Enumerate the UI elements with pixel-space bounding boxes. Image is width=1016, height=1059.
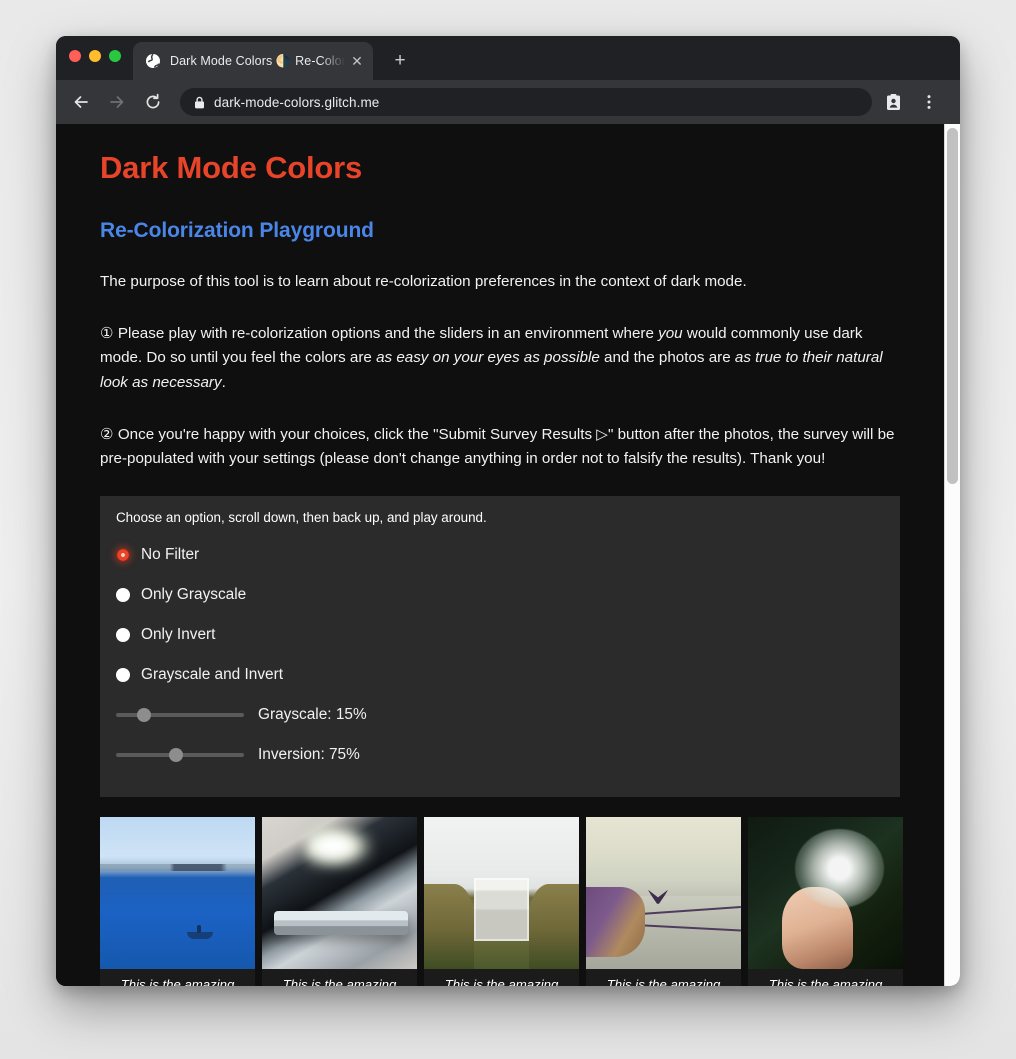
step1-text-d: . xyxy=(221,373,226,391)
photo-image-1 xyxy=(262,816,417,969)
options-hint: Choose an option, scroll down, then back… xyxy=(116,509,487,525)
photo-strip: This is the amazing photo with the index… xyxy=(100,816,903,986)
profile-card-icon[interactable] xyxy=(878,87,908,117)
step1-emphasis-you: you xyxy=(658,324,683,342)
radio-button-no-filter[interactable] xyxy=(116,547,130,562)
globe-icon xyxy=(145,53,161,69)
step1-emphasis-eyes: as easy on your eyes as possible xyxy=(376,349,600,367)
browser-toolbar: dark-mode-colors.glitch.me xyxy=(56,80,960,124)
radio-button-grayscale-and-invert[interactable] xyxy=(116,667,130,682)
radio-label-no-filter: No Filter xyxy=(141,545,200,563)
radio-option-only-invert[interactable]: Only Invert xyxy=(116,615,884,655)
back-button[interactable] xyxy=(66,87,96,117)
photo-caption-4: This is the amazing photo with the index… xyxy=(768,976,883,986)
scrollbar-thumb[interactable] xyxy=(947,128,958,484)
lock-icon xyxy=(194,96,205,109)
photo-image-0 xyxy=(100,816,255,969)
menu-button[interactable] xyxy=(914,87,944,117)
photo-card[interactable]: This is the amazing photo with the index… xyxy=(586,816,741,986)
radio-button-only-invert[interactable] xyxy=(116,627,130,642)
intro-paragraph: The purpose of this tool is to learn abo… xyxy=(100,273,747,290)
browser-window: Dark Mode Colors 🌗 Re-Color ✕ + dark-mod… xyxy=(56,36,960,986)
photo-caption-2: This is the amazing photo with the index… xyxy=(444,976,559,986)
photo-image-4 xyxy=(748,816,903,969)
window-maximize-button[interactable] xyxy=(109,50,121,62)
photo-card[interactable]: This is the amazing photo with the index… xyxy=(748,816,903,986)
slider-row-grayscale: Grayscale: 15% xyxy=(116,695,884,735)
address-bar[interactable]: dark-mode-colors.glitch.me xyxy=(180,88,872,116)
photo-card[interactable]: This is the amazing photo with the index… xyxy=(424,816,579,986)
photo-caption-3: This is the amazing photo with the index… xyxy=(606,976,721,986)
radio-label-only-invert: Only Invert xyxy=(141,625,216,643)
forward-button[interactable] xyxy=(102,87,132,117)
step1-text-a: ① Please play with re-colorization optio… xyxy=(100,324,659,342)
photo-caption-1: This is the amazing photo with the index… xyxy=(282,976,397,986)
step-two-paragraph: ② Once you're happy with your choices, c… xyxy=(100,425,895,468)
page-viewport: Dark Mode Colors Re-Colorization Playgro… xyxy=(56,124,960,986)
inversion-slider[interactable] xyxy=(116,747,244,763)
page-subtitle: Re-Colorization Playground xyxy=(100,219,374,242)
toolbar-right-actions xyxy=(878,87,950,117)
photo-image-2 xyxy=(424,816,579,969)
tab-strip: Dark Mode Colors 🌗 Re-Color ✕ + xyxy=(56,36,960,80)
grayscale-slider-label: Grayscale: 15% xyxy=(258,705,367,723)
page-title: Dark Mode Colors xyxy=(100,150,363,185)
new-tab-button[interactable]: + xyxy=(387,48,413,74)
browser-tab[interactable]: Dark Mode Colors 🌗 Re-Color ✕ xyxy=(133,42,373,80)
radio-label-only-grayscale: Only Grayscale xyxy=(141,585,247,603)
radio-label-grayscale-and-invert: Grayscale and Invert xyxy=(141,665,284,683)
window-close-button[interactable] xyxy=(69,50,81,62)
inversion-slider-label: Inversion: 75% xyxy=(258,745,360,763)
slider-row-inversion: Inversion: 75% xyxy=(116,735,884,775)
window-controls xyxy=(69,50,121,62)
inversion-slider-thumb[interactable] xyxy=(169,747,184,762)
grayscale-slider-thumb[interactable] xyxy=(137,707,152,722)
options-panel: Choose an option, scroll down, then back… xyxy=(100,495,900,797)
radio-option-only-grayscale[interactable]: Only Grayscale xyxy=(116,575,884,615)
step1-text-c: and the photos are xyxy=(599,349,735,367)
grayscale-slider[interactable] xyxy=(116,707,244,723)
tab-title: Dark Mode Colors 🌗 Re-Color xyxy=(170,53,345,68)
web-page: Dark Mode Colors Re-Colorization Playgro… xyxy=(56,124,944,986)
window-minimize-button[interactable] xyxy=(89,50,101,62)
radio-option-no-filter[interactable]: No Filter xyxy=(116,535,884,575)
photo-card[interactable]: This is the amazing photo with the index… xyxy=(262,816,417,986)
url-text: dark-mode-colors.glitch.me xyxy=(214,94,380,110)
reload-button[interactable] xyxy=(138,87,168,117)
photo-image-3 xyxy=(586,816,741,969)
photo-caption-0: This is the amazing photo with the index… xyxy=(120,976,235,986)
page-scrollbar[interactable] xyxy=(944,124,960,986)
close-icon[interactable]: ✕ xyxy=(349,53,365,69)
photo-card[interactable]: This is the amazing photo with the index… xyxy=(100,816,255,986)
step-one-paragraph: ① Please play with re-colorization optio… xyxy=(100,322,900,396)
radio-option-grayscale-and-invert[interactable]: Grayscale and Invert xyxy=(116,655,884,695)
radio-button-only-grayscale[interactable] xyxy=(116,587,130,602)
grayscale-slider-track xyxy=(116,712,244,717)
